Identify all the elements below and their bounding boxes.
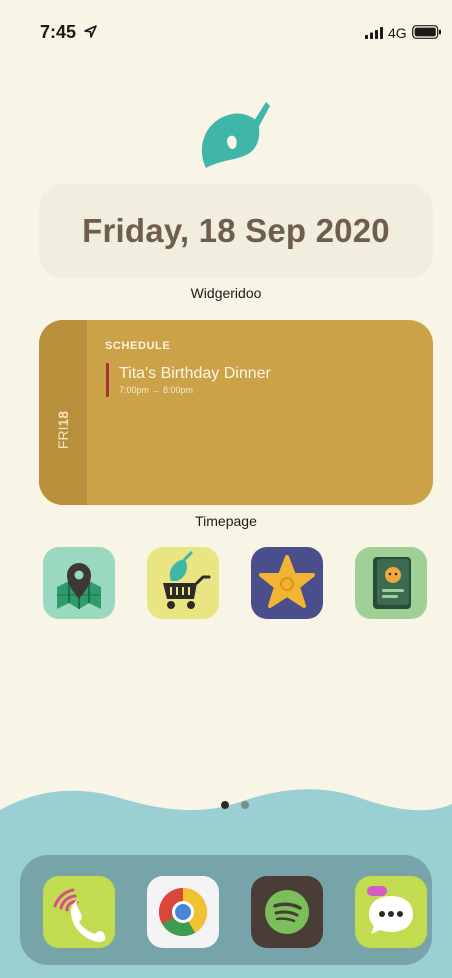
battery-icon [412,25,441,39]
app-icon-passport[interactable] [355,547,427,619]
widget-label: Timepage [195,513,257,529]
event-title: Tita's Birthday Dinner [119,365,271,382]
status-bar: 7:45 4G [0,0,452,60]
leaf-icon [201,102,270,168]
widget-label: Widgeridoo [190,285,262,301]
spotify-icon [265,890,309,934]
page-dot-current [221,801,229,809]
shopping-cart-icon [163,551,211,609]
page-indicator[interactable] [219,801,251,811]
app-icon-map[interactable] [43,547,115,619]
schedule-date-sidebar: FRI18 [39,320,87,505]
dock-icon-spotify[interactable] [251,876,323,948]
schedule-day: FRI18 [55,410,71,450]
passport-icon [373,557,411,609]
app-icon-shop[interactable] [147,547,219,619]
dock-icon-messages[interactable] [355,876,427,948]
dock-icon-chrome[interactable] [147,876,219,948]
app-icon-star[interactable] [251,547,323,619]
signal-bars-icon [365,27,383,39]
home-screen: 7:45 4G Friday, 18 Sep 2020 Widgeridoo F… [0,0,452,978]
map-pin-icon [57,563,101,609]
dock [20,855,432,965]
status-time: 7:45 [40,22,77,42]
day-name: FRI [55,426,71,450]
chrome-icon [158,888,207,937]
event-color-bar [106,363,109,397]
schedule-heading: SCHEDULE [105,340,171,352]
star-icon [259,555,315,608]
date-widget[interactable]: Friday, 18 Sep 2020 [39,184,433,278]
network-type: 4G [388,25,407,41]
date-text: Friday, 18 Sep 2020 [82,212,390,249]
event-time: 7:00pm → 8:00pm [119,385,194,395]
schedule-widget[interactable]: FRI18 SCHEDULE Tita's Birthday Dinner 7:… [39,320,433,505]
day-number: 18 [55,410,71,427]
messages-icon [367,886,413,934]
dock-icon-phone[interactable] [43,876,115,948]
phone-icon [53,888,106,942]
location-arrow-icon [84,25,97,38]
page-dot [241,801,249,809]
